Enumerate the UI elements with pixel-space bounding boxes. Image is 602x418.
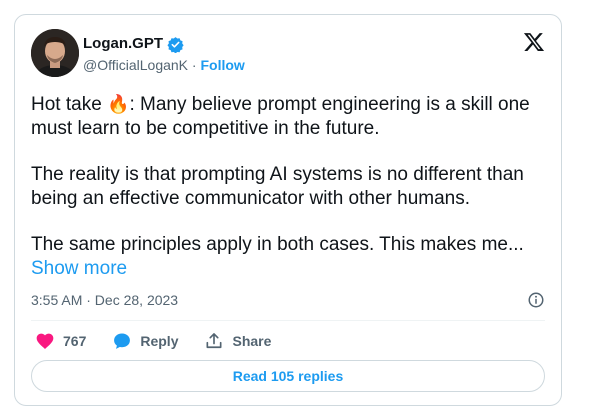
tweet-card: Logan.GPT @OfficialLoganK · Follow Hot t…: [14, 14, 562, 406]
avatar[interactable]: [31, 29, 79, 77]
reply-label: Reply: [140, 333, 179, 349]
tweet-p3-text: The same principles apply in both cases.…: [31, 234, 524, 255]
verified-badge-icon: [167, 36, 184, 53]
fire-emoji-icon: 🔥: [107, 94, 130, 114]
heart-icon: [35, 331, 55, 351]
avatar-image: [31, 29, 79, 77]
author-name[interactable]: Logan.GPT: [83, 35, 163, 53]
tweet-p1-start: Hot take: [31, 94, 108, 115]
author-handle[interactable]: @OfficialLoganK: [83, 57, 188, 73]
divider: [31, 320, 545, 321]
reply-bubble-icon: [112, 331, 132, 351]
like-count: 767: [63, 333, 87, 349]
info-icon[interactable]: [527, 291, 545, 309]
x-logo-icon[interactable]: [523, 31, 545, 53]
reply-button[interactable]: Reply: [112, 331, 178, 351]
action-bar: 767 Reply Share: [35, 331, 297, 351]
author-name-row: Logan.GPT: [83, 35, 184, 53]
share-button[interactable]: Share: [204, 331, 271, 351]
share-label: Share: [232, 333, 272, 349]
tweet-text: Hot take 🔥: Many believe prompt engineer…: [31, 92, 551, 281]
tweet-paragraph-3: The same principles apply in both cases.…: [31, 233, 551, 281]
tweet-paragraph-2: The reality is that prompting AI systems…: [31, 164, 524, 209]
read-replies-button[interactable]: Read 105 replies: [31, 360, 545, 392]
show-more-link[interactable]: Show more: [31, 258, 127, 279]
handle-row: @OfficialLoganK · Follow: [83, 56, 245, 74]
separator-dot: ·: [191, 57, 197, 73]
tweet-paragraph-1: Hot take 🔥: Many believe prompt engineer…: [31, 92, 551, 141]
follow-button[interactable]: Follow: [200, 57, 244, 73]
tweet-timestamp[interactable]: 3:55 AM · Dec 28, 2023: [31, 291, 178, 309]
share-upload-icon: [204, 331, 224, 351]
like-button[interactable]: 767: [35, 331, 86, 351]
